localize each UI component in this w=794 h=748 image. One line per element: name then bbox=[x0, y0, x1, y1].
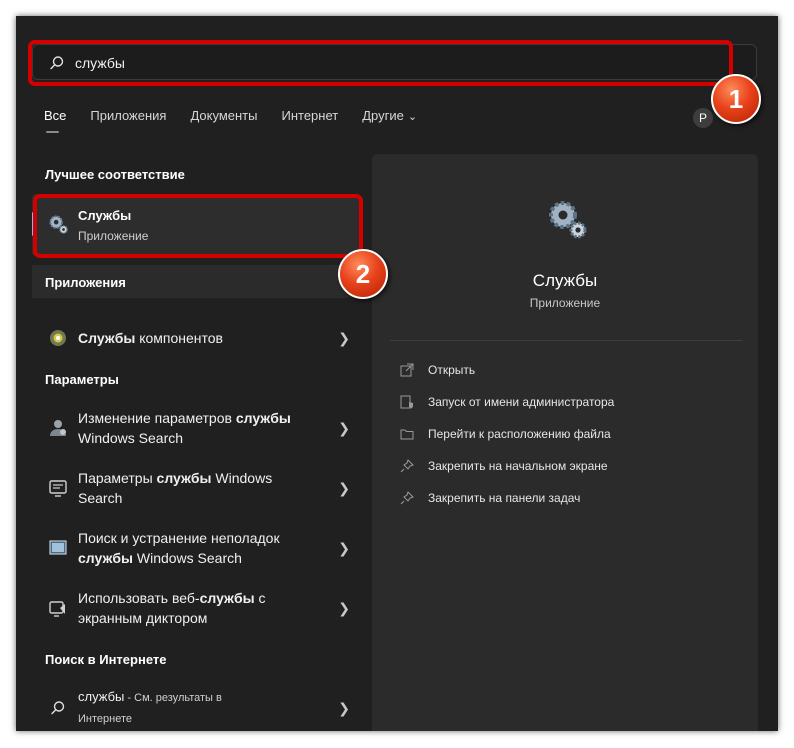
item-text-line2: экранным диктором bbox=[78, 610, 208, 626]
list-item-change-service-params[interactable]: Изменение параметров службы Windows Searc… bbox=[32, 402, 362, 454]
item-text: службы bbox=[78, 689, 125, 704]
selection-indicator bbox=[32, 212, 35, 236]
narrator-icon bbox=[49, 601, 65, 617]
folder-icon bbox=[400, 429, 414, 440]
search-icon bbox=[50, 56, 64, 70]
item-bold: Службы bbox=[78, 330, 136, 346]
action-label: Закрепить на панели задач bbox=[428, 491, 581, 505]
action-run-as-admin[interactable]: Запуск от имени администратора bbox=[400, 395, 614, 409]
open-icon bbox=[400, 363, 414, 377]
item-bold: службы bbox=[199, 590, 255, 606]
component-services-icon bbox=[50, 330, 66, 346]
tab-documents[interactable]: Документы bbox=[190, 108, 257, 123]
list-item-search-service-settings[interactable]: Параметры службы Windows Search ❯ bbox=[32, 462, 362, 514]
best-match-title: Службы bbox=[78, 208, 132, 223]
action-label: Закрепить на начальном экране bbox=[428, 459, 608, 473]
action-open-file-location[interactable]: Перейти к расположению файла bbox=[400, 427, 611, 441]
list-item-components-services[interactable]: Службы компонентов ❯ bbox=[32, 318, 362, 358]
chevron-down-icon: ⌄ bbox=[407, 111, 418, 123]
item-text: компонентов bbox=[135, 330, 223, 346]
shield-icon bbox=[400, 395, 413, 409]
section-web: Поиск в Интернете bbox=[45, 652, 167, 667]
section-apps: Приложения bbox=[45, 275, 126, 290]
step-marker-2: 2 bbox=[338, 249, 388, 299]
item-suffix: - См. результаты в bbox=[124, 692, 222, 704]
pin-icon bbox=[400, 491, 414, 505]
best-match-item[interactable]: Службы Приложение bbox=[32, 194, 360, 256]
tab-apps[interactable]: Приложения bbox=[90, 108, 166, 123]
pin-icon bbox=[400, 459, 414, 473]
chevron-right-icon: ❯ bbox=[338, 329, 350, 346]
chevron-right-icon: ❯ bbox=[338, 599, 350, 616]
action-pin-to-start[interactable]: Закрепить на начальном экране bbox=[400, 459, 608, 473]
tab-all[interactable]: Все bbox=[44, 108, 66, 133]
list-item-web-search[interactable]: службы - См. результаты в Интернете ❯ bbox=[32, 682, 362, 731]
action-open[interactable]: Открыть bbox=[400, 363, 475, 377]
chevron-right-icon: ❯ bbox=[338, 479, 350, 496]
detail-subtitle: Приложение bbox=[529, 296, 601, 310]
action-pin-to-taskbar[interactable]: Закрепить на панели задач bbox=[400, 491, 580, 505]
divider bbox=[390, 340, 742, 341]
troubleshoot-icon bbox=[49, 540, 67, 555]
filter-tabs: Все Приложения Документы Интернет Другие… bbox=[44, 108, 441, 133]
action-label: Открыть bbox=[428, 363, 476, 377]
section-best-match: Лучшее соответствие bbox=[45, 167, 185, 182]
item-text-line2: Windows Search bbox=[132, 550, 242, 566]
chevron-right-icon: ❯ bbox=[338, 699, 350, 716]
tab-more[interactable]: Другие ⌄ bbox=[362, 108, 417, 123]
item-text-line2: Search bbox=[78, 490, 123, 506]
search-box[interactable] bbox=[32, 44, 757, 80]
avatar[interactable]: P bbox=[693, 108, 713, 128]
search-icon bbox=[51, 701, 65, 715]
action-label: Запуск от имени администратора bbox=[428, 395, 615, 409]
user-settings-icon bbox=[50, 420, 66, 436]
action-label: Перейти к расположению файла bbox=[428, 427, 611, 441]
tab-more-label: Другие bbox=[362, 108, 404, 123]
item-text: Параметры bbox=[78, 470, 157, 486]
best-match-subtitle: Приложение bbox=[78, 229, 149, 243]
section-settings: Параметры bbox=[45, 372, 119, 387]
item-text: Использовать веб- bbox=[78, 590, 200, 606]
start-search-window: Все Приложения Документы Интернет Другие… bbox=[16, 16, 778, 731]
item-text-line2: Интернете bbox=[78, 713, 132, 725]
list-item-narrator-web-services[interactable]: Использовать веб-службы с экранным диктор… bbox=[32, 582, 362, 634]
chevron-right-icon: ❯ bbox=[338, 539, 350, 556]
item-bold: службы bbox=[156, 470, 212, 486]
chevron-right-icon: ❯ bbox=[338, 419, 350, 436]
gears-icon bbox=[49, 215, 68, 234]
list-item-troubleshoot[interactable]: Поиск и устранение неполадок службы Windo… bbox=[32, 522, 362, 574]
item-bold: службы bbox=[235, 410, 291, 426]
settings-window-icon bbox=[49, 480, 67, 497]
item-text-line2: Windows Search bbox=[78, 430, 184, 446]
search-input[interactable] bbox=[75, 51, 675, 75]
details-pane: Службы Приложение Открыть Запуск от имен… bbox=[372, 154, 758, 731]
item-text-post: Windows bbox=[211, 470, 273, 486]
tab-web[interactable]: Интернет bbox=[281, 108, 338, 123]
detail-title: Службы bbox=[532, 271, 598, 290]
item-text: Поиск и устранение неполадок bbox=[78, 530, 280, 546]
step-marker-1: 1 bbox=[711, 74, 761, 124]
item-text-post: с bbox=[254, 590, 266, 606]
item-bold: службы bbox=[78, 550, 133, 566]
gears-icon bbox=[549, 201, 587, 239]
item-text: Изменение параметров bbox=[78, 410, 236, 426]
